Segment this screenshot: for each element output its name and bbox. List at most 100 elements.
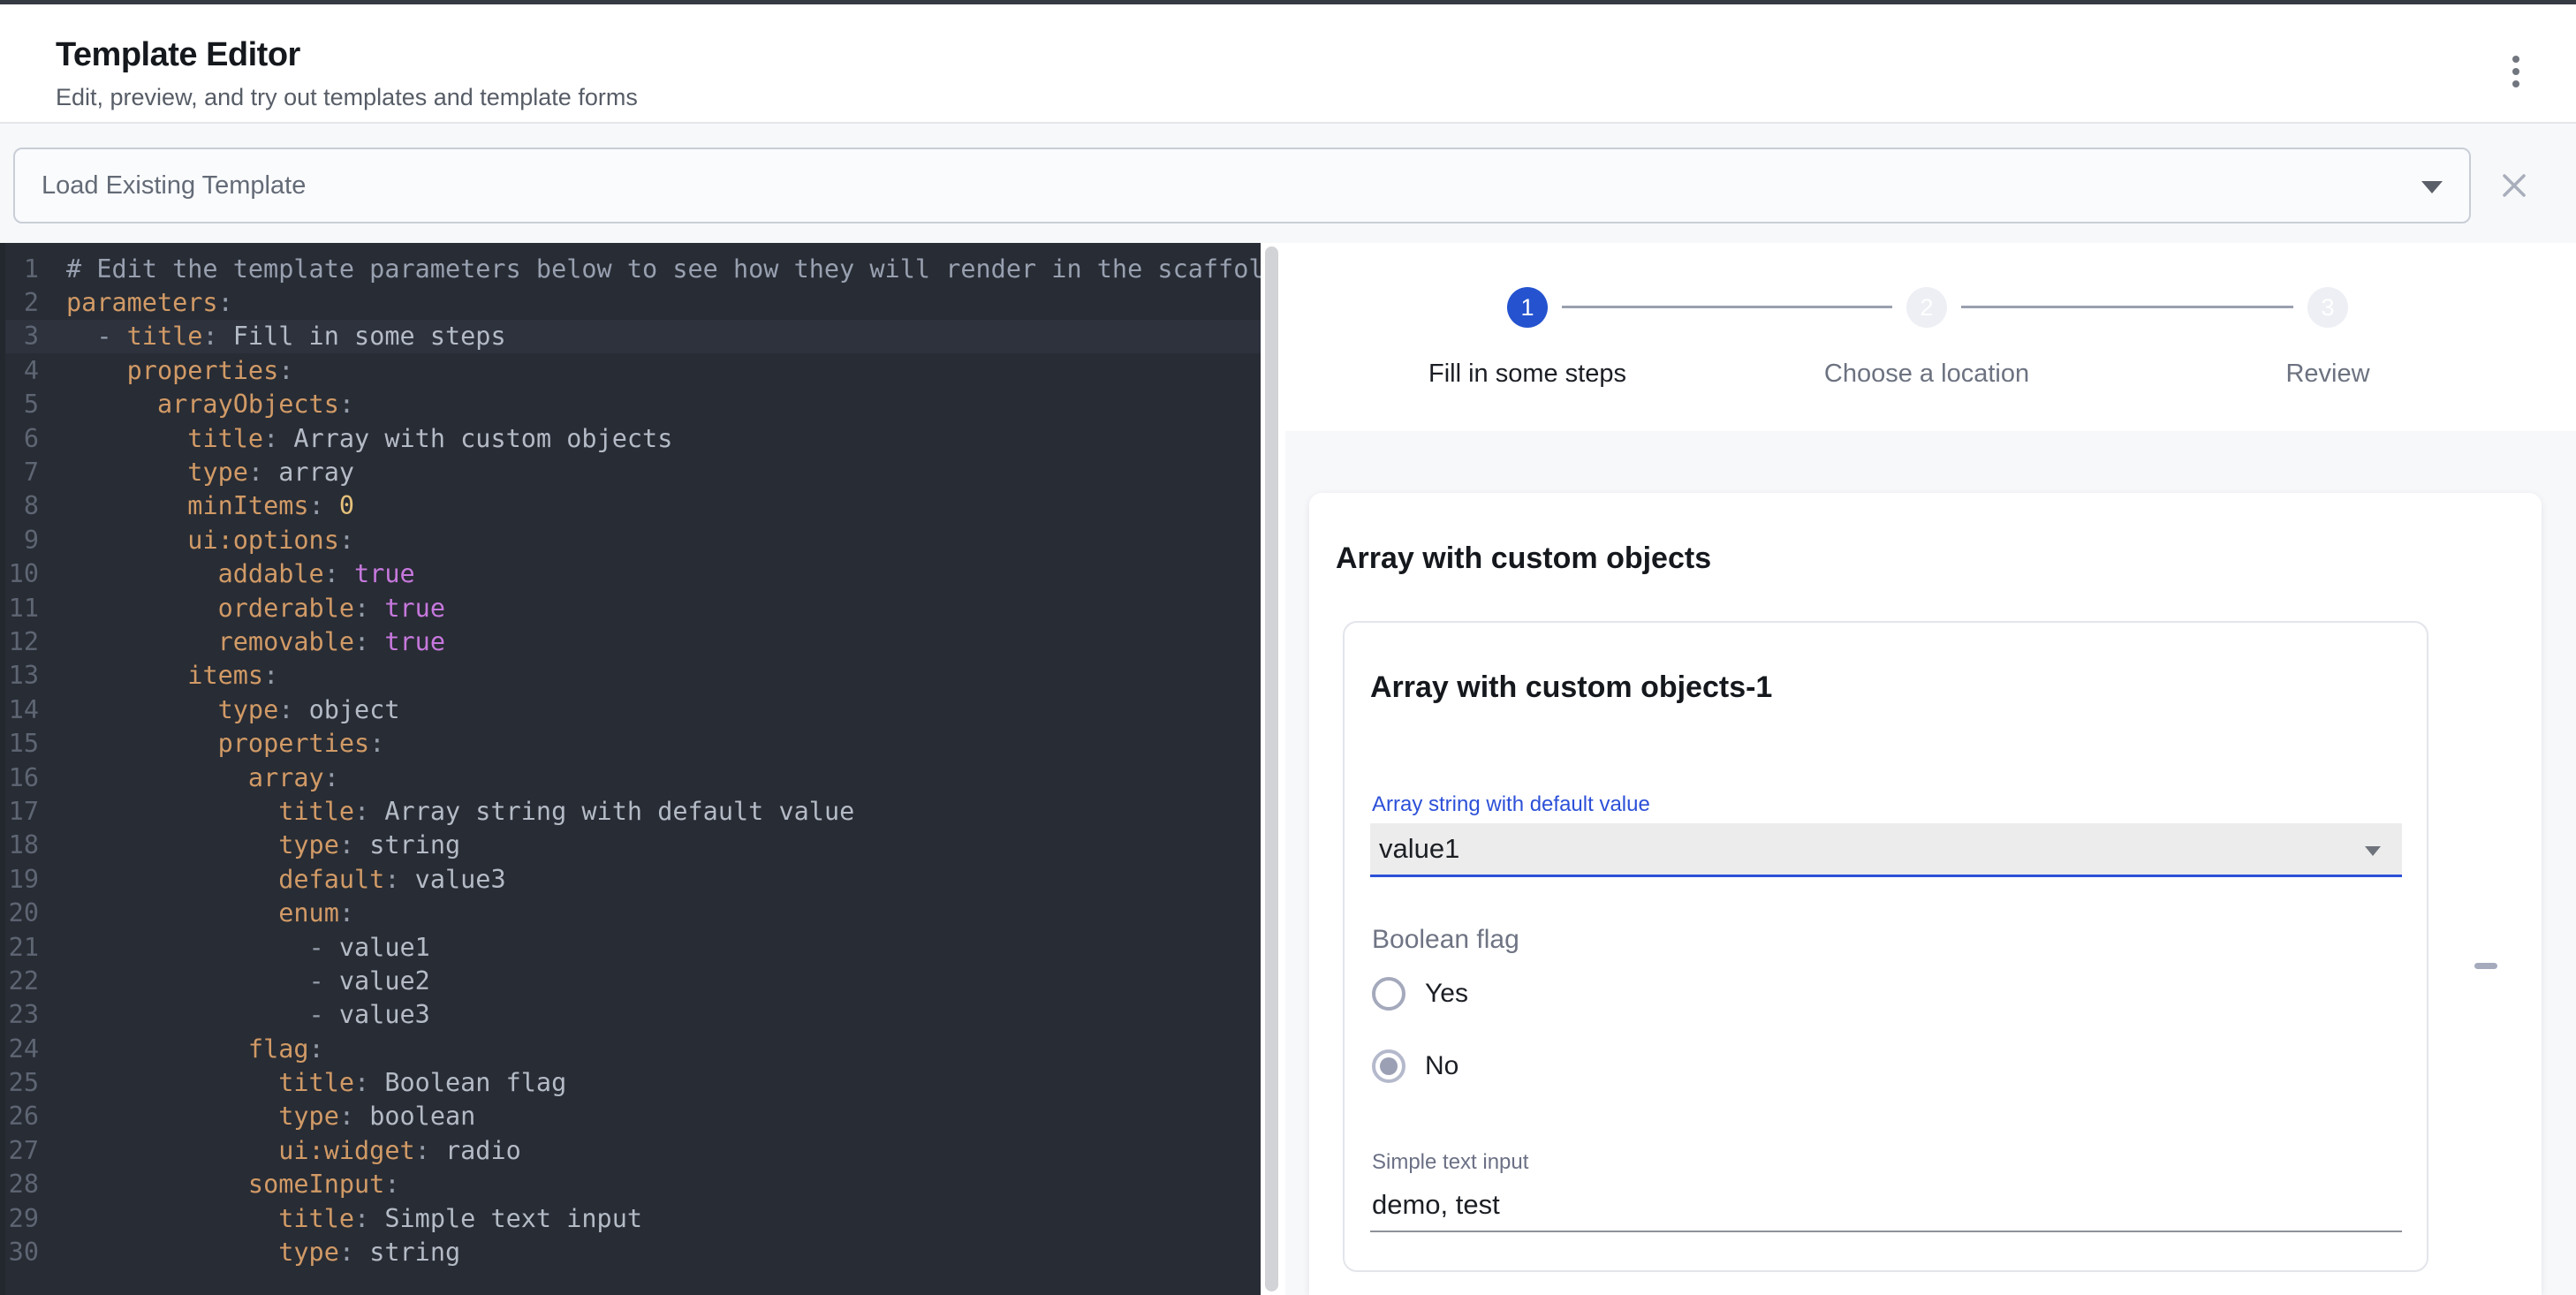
code-line[interactable]: 4 properties: [5,353,1261,387]
line-number: 9 [5,526,39,555]
line-number: 28 [5,1170,39,1199]
code-line[interactable]: 16 array: [5,761,1261,794]
code-line[interactable]: 1# Edit the template parameters below to… [5,252,1261,285]
line-number: 26 [5,1102,39,1131]
line-number: 12 [5,627,39,656]
line-number: 22 [5,966,39,996]
line-number: 5 [5,390,39,419]
load-template-bar: Load Existing Template [0,124,2576,243]
code-line[interactable]: 6 title: Array with custom objects [5,421,1261,455]
code-line[interactable]: 14 type: object [5,693,1261,726]
caret-down-icon [2365,846,2381,856]
header: Template Editor Edit, preview, and try o… [0,4,2576,122]
line-number: 18 [5,830,39,860]
line-number: 6 [5,424,39,453]
step-1-indicator[interactable]: 1 [1507,287,1548,328]
line-number: 4 [5,356,39,385]
line-number: 20 [5,898,39,928]
line-number: 16 [5,763,39,792]
line-number: 29 [5,1204,39,1233]
code-line[interactable]: 11 orderable: true [5,591,1261,625]
code-line[interactable]: 9 ui:options: [5,523,1261,557]
section-title: Array with custom objects [1336,541,1711,576]
code-line[interactable]: 26 type: boolean [5,1100,1261,1133]
line-number: 23 [5,1000,39,1029]
step-2-label: Choose a location [1750,360,2103,389]
line-number: 13 [5,661,39,690]
code-line[interactable]: 12 removable: true [5,625,1261,658]
code-line[interactable]: 19 default: value3 [5,862,1261,896]
code-line[interactable]: 29 title: Simple text input [5,1201,1261,1235]
code-line[interactable]: 18 type: string [5,829,1261,862]
load-template-select[interactable]: Load Existing Template [13,148,2471,223]
item-title: Array with custom objects-1 [1370,670,1772,705]
line-number: 8 [5,491,39,520]
radio-option-no[interactable]: No [1372,1047,1458,1086]
radio-unchecked-icon [1372,977,1405,1011]
text-field-label: Simple text input [1372,1150,1528,1175]
select-field-label: Array string with default value [1372,792,1650,817]
editor-scrollbar[interactable] [1265,246,1278,1291]
line-number: 1 [5,254,39,284]
step-3-indicator[interactable]: 3 [2307,287,2348,328]
code-line[interactable]: 10 addable: true [5,557,1261,591]
code-line[interactable]: 21 - value1 [5,930,1261,964]
line-number: 21 [5,933,39,962]
array-string-select[interactable]: value1 [1370,823,2402,877]
input-underline [1370,1231,2402,1232]
code-lines: 1# Edit the template parameters below to… [5,243,1261,1269]
caret-down-icon [2421,181,2443,193]
line-number: 19 [5,865,39,894]
code-line[interactable]: 23 - value3 [5,998,1261,1032]
code-line[interactable]: 22 - value2 [5,964,1261,997]
line-number: 11 [5,594,39,623]
page-subtitle: Edit, preview, and try out templates and… [56,84,638,111]
step-3-label: Review [2151,360,2504,389]
line-number: 3 [5,322,39,351]
step-2-indicator[interactable]: 2 [1906,287,1947,328]
code-line[interactable]: 3 - title: Fill in some steps [5,320,1261,353]
step-connector [1562,306,1892,308]
code-line[interactable]: 25 title: Boolean flag [5,1065,1261,1099]
code-line[interactable]: 27 ui:widget: radio [5,1133,1261,1167]
line-number: 27 [5,1136,39,1165]
code-line[interactable]: 15 properties: [5,726,1261,760]
line-number: 25 [5,1068,39,1097]
line-number: 24 [5,1034,39,1064]
close-button[interactable] [2496,168,2532,203]
form-card: Array with custom objects Array with cus… [1309,493,2542,1295]
line-number: 17 [5,797,39,826]
code-line[interactable]: 8 minItems: 0 [5,489,1261,523]
code-line[interactable]: 30 type: string [5,1235,1261,1268]
load-template-placeholder: Load Existing Template [42,171,306,201]
code-line[interactable]: 5 arrayObjects: [5,388,1261,421]
step-1-label: Fill in some steps [1351,360,1704,389]
line-number: 15 [5,729,39,758]
select-value: value1 [1379,833,1459,865]
simple-text-input[interactable]: demo, test [1372,1189,1500,1221]
close-icon [2496,168,2532,203]
radio-checked-icon [1372,1049,1405,1083]
minus-icon [2474,963,2497,969]
line-number: 2 [5,288,39,317]
line-number: 7 [5,458,39,487]
step-connector [1961,306,2293,308]
code-line[interactable]: 20 enum: [5,896,1261,929]
code-line[interactable]: 17 title: Array string with default valu… [5,794,1261,828]
line-number: 10 [5,559,39,588]
page-title: Template Editor [56,36,300,74]
radio-option-yes[interactable]: Yes [1372,974,1468,1013]
code-line[interactable]: 13 items: [5,659,1261,693]
radio-group-label: Boolean flag [1372,925,1519,955]
code-line[interactable]: 7 type: array [5,455,1261,488]
array-item-card: Array with custom objects-1 Array string… [1343,621,2428,1272]
more-options-button[interactable] [2498,50,2534,93]
code-line[interactable]: 28 someInput: [5,1168,1261,1201]
code-line[interactable]: 2parameters: [5,285,1261,319]
line-number: 14 [5,695,39,724]
code-line[interactable]: 24 flag: [5,1032,1261,1065]
line-number: 30 [5,1238,39,1267]
code-editor[interactable]: 1# Edit the template parameters below to… [0,243,1261,1295]
remove-item-button[interactable] [2465,944,2507,987]
kebab-icon [2512,56,2519,63]
